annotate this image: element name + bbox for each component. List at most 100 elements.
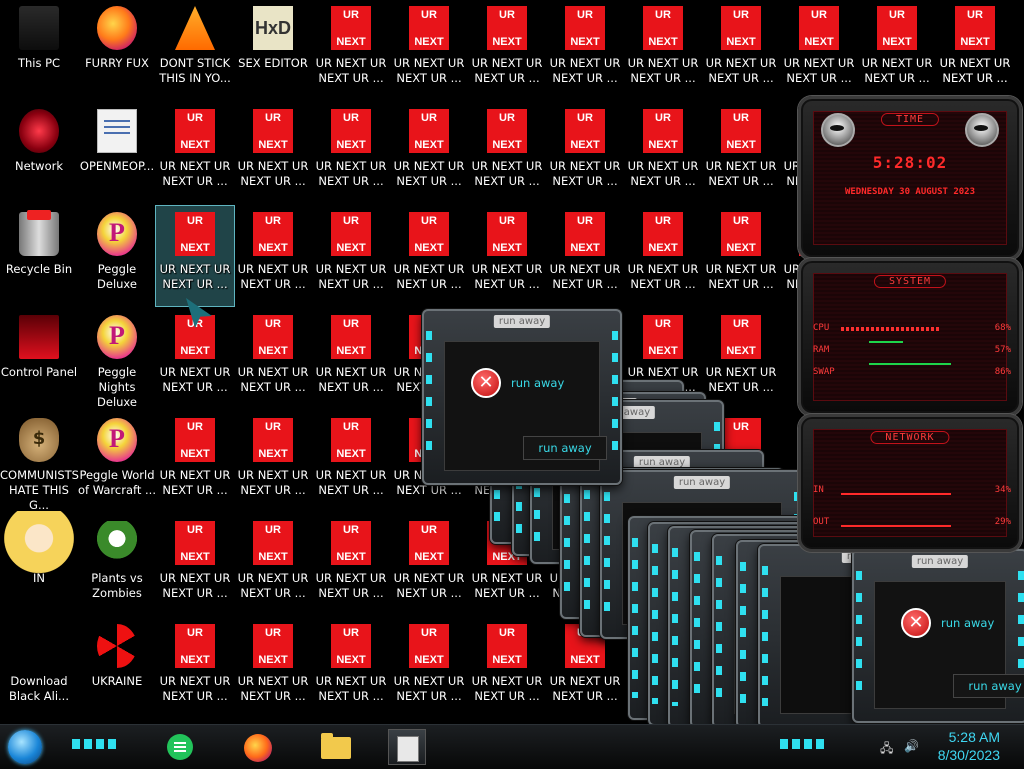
desktop-icon-label: UR NEXT UR NEXT UR ... — [315, 262, 387, 291]
ur-next-image-icon: UR NEXT — [721, 6, 761, 50]
desktop-icon[interactable]: Download Black Ali... — [0, 618, 78, 718]
desktop-icon-label: DONT STICK THIS IN YO... — [159, 56, 231, 85]
desktop-icon-ur-next[interactable]: UR NEXT UR NEXT UR NEXT UR ... — [234, 206, 312, 306]
desktop-icon-label: UR NEXT UR NEXT UR ... — [315, 159, 387, 188]
dialog-glow-left — [564, 472, 570, 597]
widget-clock: 5:28:02 — [872, 153, 948, 172]
desktop-icon-ur-next[interactable]: UR NEXT UR NEXT UR NEXT UR ... — [234, 309, 312, 409]
desktop-icon-ur-next[interactable]: UR NEXT UR NEXT UR NEXT UR ... — [312, 412, 390, 512]
next-text: NEXT — [570, 242, 600, 254]
peggle-icon — [97, 212, 137, 256]
ur-text: UR — [343, 524, 359, 536]
next-text: NEXT — [492, 654, 522, 666]
desktop-icon-ur-next[interactable]: UR NEXT UR NEXT UR NEXT UR ... — [155, 205, 235, 307]
network-tray-icon[interactable]: 🖧 — [880, 739, 893, 760]
desktop-icon-ur-next[interactable]: UR NEXT UR NEXT UR NEXT UR ... — [468, 103, 546, 203]
start-orb-button[interactable] — [8, 730, 42, 764]
ur-next-image-icon: UR NEXT — [409, 624, 449, 668]
desktop-icon-ur-next[interactable]: UR NEXT UR NEXT UR NEXT UR ... — [312, 206, 390, 306]
ur-next-image-icon: UR NEXT — [331, 212, 371, 256]
desktop-icon-label: IN — [33, 571, 45, 585]
desktop-icon-ur-next[interactable]: UR NEXT UR NEXT UR NEXT UR ... — [624, 0, 702, 100]
desktop-icon[interactable]: COMMUNISTS HATE THIS G... — [0, 412, 79, 512]
desktop-icon-ur-next[interactable]: UR NEXT UR NEXT UR NEXT UR ... — [468, 0, 546, 100]
dialog-message: run away — [511, 376, 565, 390]
desktop-icon[interactable]: Peggle Nights Deluxe — [78, 309, 156, 409]
desktop-icon-ur-next[interactable]: UR NEXT UR NEXT UR NEXT UR ... — [936, 0, 1014, 100]
desktop-icon[interactable]: Peggle World of Warcraft ... — [78, 412, 156, 512]
desktop-icon-ur-next[interactable]: UR NEXT UR NEXT UR NEXT UR ... — [156, 515, 234, 615]
desktop-icon-ur-next[interactable]: UR NEXT UR NEXT UR NEXT UR ... — [312, 309, 390, 409]
desktop-icon-ur-next[interactable]: UR NEXT UR NEXT UR NEXT UR ... — [156, 412, 234, 512]
next-text: NEXT — [180, 551, 210, 563]
next-text: NEXT — [336, 36, 366, 48]
ur-text: UR — [265, 318, 281, 330]
desktop-icon-ur-next[interactable]: UR NEXT UR NEXT UR NEXT UR ... — [390, 206, 468, 306]
taskbar-file-explorer-button[interactable] — [316, 729, 354, 765]
desktop-icon-ur-next[interactable]: UR NEXT UR NEXT UR NEXT UR ... — [858, 0, 936, 100]
desktop-icon-label: UR NEXT UR NEXT UR ... — [939, 56, 1011, 85]
desktop-icon-ur-next[interactable]: UR NEXT UR NEXT UR NEXT UR ... — [156, 103, 234, 203]
desktop-icon-ur-next[interactable]: UR NEXT UR NEXT UR NEXT UR ... — [702, 103, 780, 203]
desktop-icon-label: FURRY FUX — [85, 56, 149, 70]
desktop-icon[interactable]: UKRAINE — [78, 618, 156, 718]
desktop-icon-ur-next[interactable]: UR NEXT UR NEXT UR NEXT UR ... — [624, 206, 702, 306]
desktop-icon-ur-next[interactable]: UR NEXT UR NEXT UR NEXT UR ... — [624, 103, 702, 203]
error-dialog[interactable]: ✕ run away run away run away — [852, 549, 1024, 723]
volume-tray-icon[interactable]: 🔊 — [904, 739, 919, 753]
desktop-icon-ur-next[interactable]: UR NEXT UR NEXT UR NEXT UR ... — [780, 0, 858, 100]
desktop-icon-ur-next[interactable]: UR NEXT UR NEXT UR NEXT UR ... — [390, 515, 468, 615]
network-widget: NETWORK IN 34% OUT 29% — [798, 414, 1022, 552]
desktop-icon[interactable]: FURRY FUX — [78, 0, 156, 100]
desktop-icon-ur-next[interactable]: UR NEXT UR NEXT UR NEXT UR ... — [312, 0, 390, 100]
desktop-icon-label: UR NEXT UR NEXT UR ... — [627, 56, 699, 85]
desktop-icon[interactable]: Control Panel — [0, 309, 78, 409]
desktop-icon-ur-next[interactable]: UR NEXT UR NEXT UR NEXT UR ... — [390, 103, 468, 203]
ur-next-image-icon: UR NEXT — [643, 315, 683, 359]
desktop-icon-ur-next[interactable]: UR NEXT UR NEXT UR NEXT UR ... — [468, 618, 546, 718]
desktop-icon-ur-next[interactable]: UR NEXT UR NEXT UR NEXT UR ... — [546, 0, 624, 100]
desktop-icon-ur-next[interactable]: UR NEXT UR NEXT UR NEXT UR ... — [312, 618, 390, 718]
desktop-icon[interactable]: Plants vs Zombies — [78, 515, 156, 615]
desktop-icon-ur-next[interactable]: UR NEXT UR NEXT UR NEXT UR ... — [156, 618, 234, 718]
desktop-icon-ur-next[interactable]: UR NEXT UR NEXT UR NEXT UR ... — [546, 206, 624, 306]
desktop-icon-ur-next[interactable]: UR NEXT UR NEXT UR NEXT UR ... — [702, 309, 780, 409]
desktop-icon[interactable]: IN — [0, 511, 78, 615]
desktop-icon-label: UR NEXT UR NEXT UR ... — [237, 674, 309, 703]
run-away-button[interactable]: run away — [953, 674, 1024, 698]
desktop-icon[interactable]: HxD SEX EDITOR — [234, 0, 312, 100]
dialog-glow-left — [672, 548, 678, 706]
desktop-icon[interactable]: Peggle Deluxe — [78, 206, 156, 306]
taskbar-notepad-button[interactable] — [388, 729, 426, 765]
desktop-icon[interactable]: Network — [0, 103, 78, 203]
desktop-icon-ur-next[interactable]: UR NEXT UR NEXT UR NEXT UR ... — [312, 515, 390, 615]
desktop-icon-ur-next[interactable]: UR NEXT UR NEXT UR NEXT UR ... — [468, 206, 546, 306]
desktop-icon-ur-next[interactable]: UR NEXT UR NEXT UR NEXT UR ... — [546, 103, 624, 203]
desktop-icon[interactable]: Recycle Bin — [0, 206, 78, 306]
taskbar-clock[interactable]: 5:28 AM 8/30/2023 — [938, 728, 1000, 764]
run-away-button[interactable]: run away — [523, 436, 607, 460]
taskbar-firefox-button[interactable] — [238, 729, 276, 765]
desktop-icon-ur-next[interactable]: UR NEXT UR NEXT UR NEXT UR ... — [234, 618, 312, 718]
desktop-icon-ur-next[interactable]: UR NEXT UR NEXT UR NEXT UR ... — [390, 0, 468, 100]
desktop-icon[interactable]: OPENMEOP... — [78, 103, 156, 203]
ur-next-image-icon: UR NEXT — [253, 624, 293, 668]
ur-text: UR — [265, 112, 281, 124]
desktop-icon-ur-next[interactable]: UR NEXT UR NEXT UR NEXT UR ... — [702, 0, 780, 100]
desktop-icon-ur-next[interactable]: UR NEXT UR NEXT UR NEXT UR ... — [312, 103, 390, 203]
desktop-icon-ur-next[interactable]: UR NEXT UR NEXT UR NEXT UR ... — [234, 103, 312, 203]
desktop-icon-ur-next[interactable]: UR NEXT UR NEXT UR NEXT UR ... — [390, 618, 468, 718]
file-explorer-icon — [321, 733, 351, 759]
ur-text: UR — [421, 627, 437, 639]
taskbar-chat-app-button[interactable] — [160, 729, 198, 765]
swap-label: SWAP — [813, 367, 835, 377]
desktop-icon[interactable]: This PC — [0, 0, 78, 100]
desktop-icon-label: Control Panel — [0, 365, 78, 379]
desktop-icon[interactable]: DONT STICK THIS IN YO... — [156, 0, 234, 100]
error-dialog[interactable]: ✕ run away run away run away — [422, 309, 622, 485]
desktop-icon-ur-next[interactable]: UR NEXT UR NEXT UR NEXT UR ... — [702, 206, 780, 306]
ur-next-image-icon: UR NEXT — [253, 418, 293, 462]
desktop-icon-label: UR NEXT UR NEXT UR ... — [315, 365, 387, 394]
desktop-icon-ur-next[interactable]: UR NEXT UR NEXT UR NEXT UR ... — [234, 412, 312, 512]
desktop-icon-ur-next[interactable]: UR NEXT UR NEXT UR NEXT UR ... — [234, 515, 312, 615]
